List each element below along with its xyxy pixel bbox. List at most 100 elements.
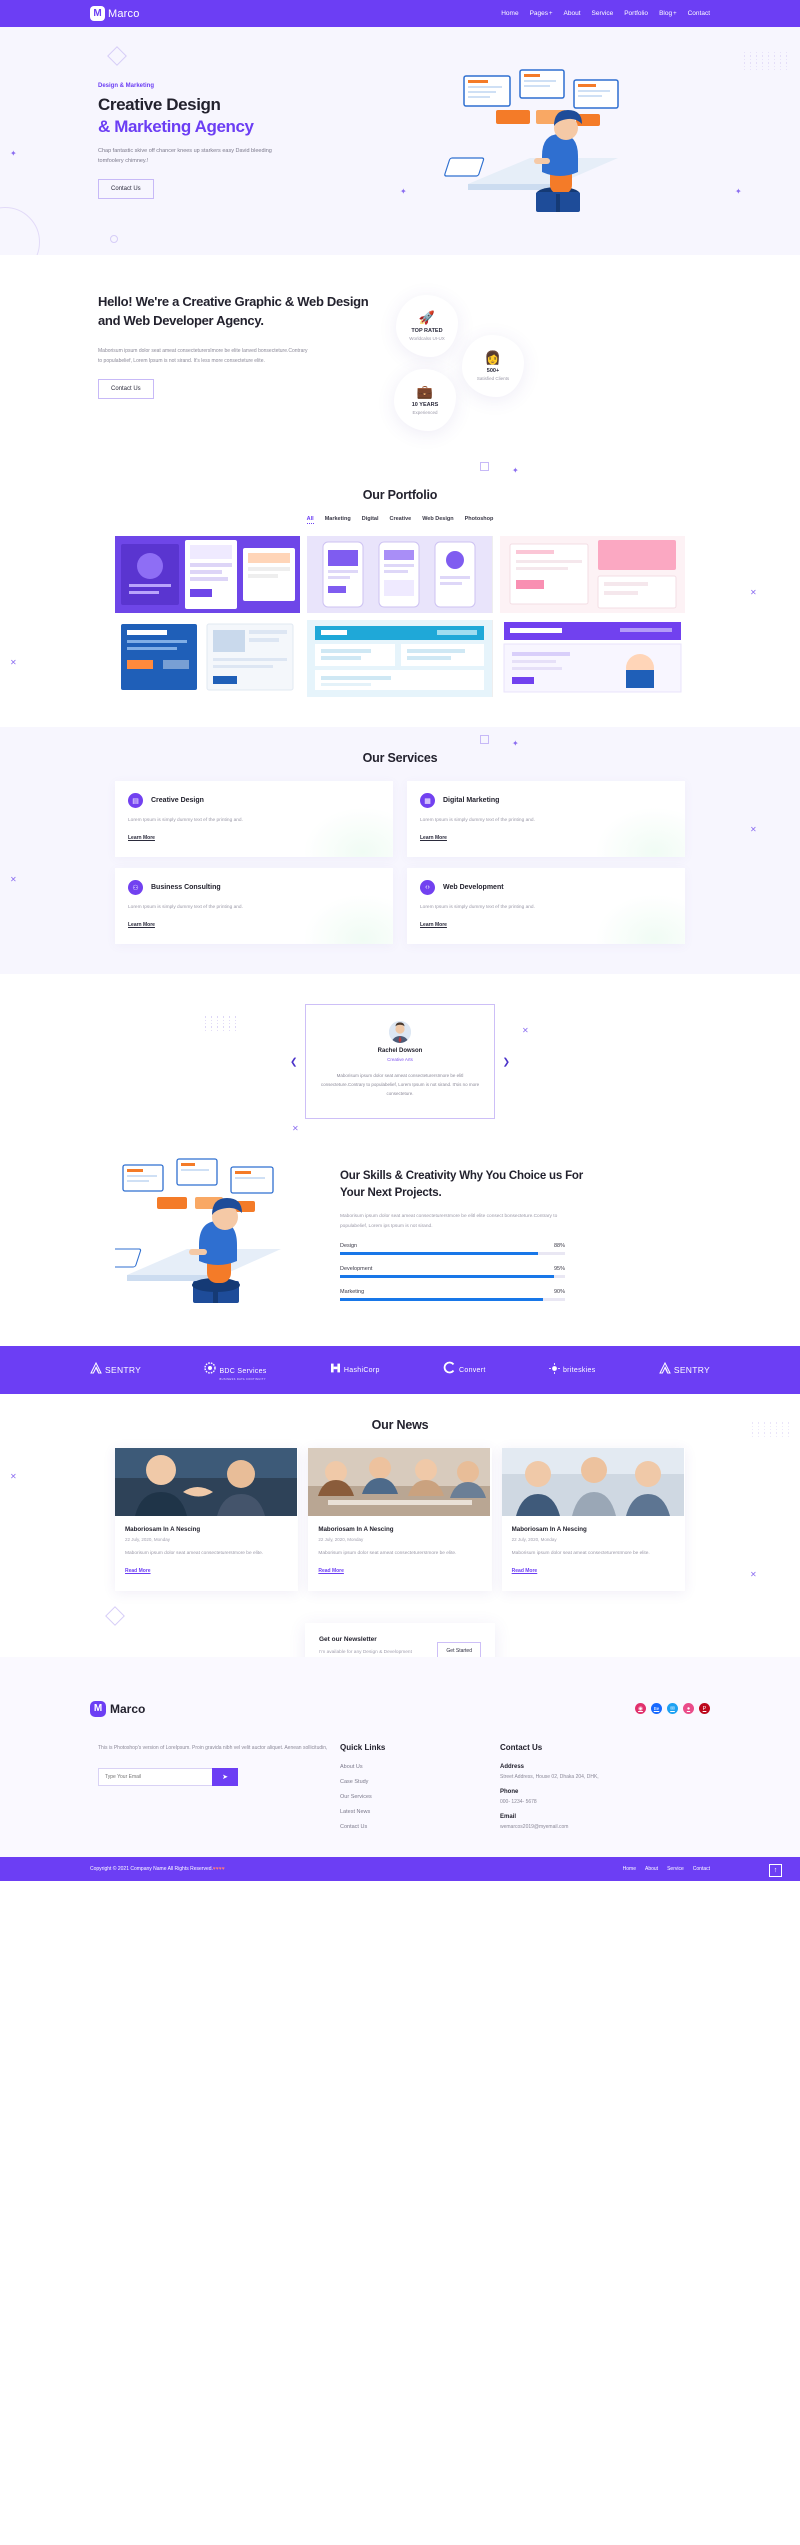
hero-illustration xyxy=(438,66,653,216)
x-decoration: ✦ xyxy=(735,187,742,196)
service-card-business-consulting[interactable]: ⚇ Business Consulting Lorem Ipsum is sim… xyxy=(115,868,393,945)
dotted-triangle-decoration xyxy=(205,1016,239,1032)
service-text: Lorem Ipsum is simply dummy text ef the … xyxy=(420,905,535,911)
nav-item-blog[interactable]: Blog+ xyxy=(659,10,677,17)
filter-photoshop[interactable]: Photoshop xyxy=(465,516,494,524)
footer-link-contact-us[interactable]: Contact Us xyxy=(340,1824,500,1830)
filter-creative[interactable]: Creative xyxy=(390,516,412,524)
people-icon: ⚇ xyxy=(128,880,143,896)
x-decoration: ✕ xyxy=(750,588,757,597)
nav-label: Contact xyxy=(687,10,710,17)
skill-track xyxy=(340,1252,565,1256)
news-card[interactable]: Maboriosam In A Nescing 22 July, 2020, M… xyxy=(501,1448,685,1591)
filter-all[interactable]: All xyxy=(306,516,314,524)
service-title: Business Consulting xyxy=(151,884,221,892)
nav-item-portfolio[interactable]: Portfolio xyxy=(624,10,648,17)
skills-illustration xyxy=(90,1157,330,1312)
quick-links-heading: Quick Links xyxy=(340,1742,386,1752)
dribbble-icon[interactable]: ● xyxy=(683,1703,694,1715)
brand-label: HashiCorp xyxy=(343,1366,380,1374)
nav-item-service[interactable]: Service xyxy=(592,10,614,17)
about-contact-button[interactable]: Contact Us xyxy=(98,378,154,399)
news-image xyxy=(308,1448,491,1517)
instagram-icon[interactable]: ◉ xyxy=(635,1703,646,1715)
nav-label: Service xyxy=(591,10,614,17)
skills-heading: Our Skills & Creativity Why You Choice u… xyxy=(340,1169,583,1199)
bdc-icon xyxy=(204,1361,217,1379)
news-image xyxy=(501,1448,685,1517)
send-icon[interactable]: ➤ xyxy=(212,1767,238,1786)
service-card-web-development[interactable]: ‹› Web Development Lorem Ipsum is simply… xyxy=(407,868,685,945)
nav-item-pages[interactable]: Pages+ xyxy=(530,10,553,17)
filter-digital[interactable]: Digital xyxy=(362,516,379,524)
x-decoration: ✕ xyxy=(10,658,17,667)
skill-bar-marketing: Marketing 90% xyxy=(340,1289,565,1302)
nav-item-about[interactable]: About xyxy=(564,10,581,17)
service-title: Digital Marketing xyxy=(443,797,500,804)
filter-marketing[interactable]: Marketing xyxy=(325,516,351,524)
sentry-icon xyxy=(659,1361,671,1379)
skill-track xyxy=(340,1275,565,1279)
news-read-more-link[interactable]: Read More xyxy=(318,1568,344,1574)
portfolio-item-1[interactable] xyxy=(115,536,301,613)
testimonial-quote: Maborisum ipsum dolor seat ameat consect… xyxy=(320,1073,480,1097)
nav-item-home[interactable]: Home xyxy=(501,10,518,17)
service-learn-more-link[interactable]: Learn More xyxy=(420,922,447,928)
footer-link-about-us[interactable]: About Us xyxy=(340,1764,500,1770)
service-title: Web Development xyxy=(443,884,504,892)
footer-brand-logo[interactable]: M Marco xyxy=(90,1700,145,1717)
portfolio-item-3[interactable] xyxy=(499,536,685,613)
portfolio-section: ✦ ✕ ✕ Our Portfolio All Marketing Digita… xyxy=(0,462,800,727)
nav-label: Home xyxy=(501,10,519,17)
behance-icon[interactable]: Be xyxy=(651,1703,662,1715)
footer-link-latest-news[interactable]: Latest News xyxy=(340,1809,500,1815)
main-nav: Home Pages+ About Service Portfolio Blog… xyxy=(501,10,710,17)
service-card-creative-design[interactable]: ▤ Creative Design Lorem Ipsum is simply … xyxy=(115,781,393,858)
service-card-digital-marketing[interactable]: ▦ Digital Marketing Lorem Ipsum is simpl… xyxy=(407,781,685,858)
pinterest-icon[interactable]: P xyxy=(699,1703,710,1715)
news-card[interactable]: Maboriosam In A Nescing 22 July, 2020, M… xyxy=(308,1448,492,1591)
twitter-icon[interactable]: ✉ xyxy=(667,1703,678,1715)
bottom-nav-contact[interactable]: Contact xyxy=(693,1866,710,1872)
chevron-right-icon[interactable]: ❯ xyxy=(502,1056,510,1067)
filter-web-design[interactable]: Web Design xyxy=(422,516,453,524)
portfolio-item-6[interactable] xyxy=(499,620,685,697)
email-input[interactable] xyxy=(98,1767,212,1786)
bottom-nav-about[interactable]: About xyxy=(645,1866,658,1872)
service-learn-more-link[interactable]: Learn More xyxy=(128,922,155,928)
skill-value: 90% xyxy=(553,1289,565,1296)
service-learn-more-link[interactable]: Learn More xyxy=(420,835,447,841)
brand-logo[interactable]: M Marco xyxy=(90,6,140,21)
copyright-text: Copyright © 2021 Company Name All Rights… xyxy=(90,1866,225,1872)
chevron-left-icon[interactable]: ❮ xyxy=(290,1056,298,1067)
portfolio-item-5[interactable] xyxy=(307,620,493,697)
brand-logo-sentry-2: SENTRY xyxy=(659,1361,710,1379)
megaphone-icon: ▦ xyxy=(420,793,435,808)
skill-value: 88% xyxy=(553,1243,565,1250)
news-read-more-link[interactable]: Read More xyxy=(125,1568,151,1574)
social-links: ◉ Be ✉ ● P xyxy=(635,1703,710,1715)
sentry-icon xyxy=(90,1361,102,1379)
news-card[interactable]: Maboriosam In A Nescing 22 July, 2020, M… xyxy=(115,1448,299,1591)
bottom-nav-home[interactable]: Home xyxy=(623,1866,636,1872)
portfolio-item-2[interactable] xyxy=(307,536,493,613)
news-grid: Maboriosam In A Nescing 22 July, 2020, M… xyxy=(115,1448,685,1591)
service-learn-more-link[interactable]: Learn More xyxy=(128,835,155,841)
portfolio-grid xyxy=(115,536,685,697)
news-card-title: Maboriosam In A Nescing xyxy=(511,1526,587,1534)
portfolio-item-4[interactable] xyxy=(115,620,301,697)
client-icon: 👩 xyxy=(484,350,502,365)
news-read-more-link[interactable]: Read More xyxy=(512,1568,538,1574)
skills-section: Our Skills & Creativity Why You Choice u… xyxy=(0,1147,800,1347)
news-image xyxy=(115,1448,298,1517)
address-label: Address xyxy=(500,1763,525,1770)
brand-name: Marco xyxy=(108,7,140,20)
footer-link-case-study[interactable]: Case Study xyxy=(340,1779,500,1785)
footer-link-our-services[interactable]: Our Services xyxy=(340,1794,500,1800)
arrow-up-icon[interactable]: ↑ xyxy=(769,1863,782,1877)
hero-section: ✦ ✦ ✦ Design & Marketing Creative Design… xyxy=(0,27,800,255)
hero-contact-button[interactable]: Contact Us xyxy=(98,178,154,199)
nav-item-contact[interactable]: Contact xyxy=(688,10,710,17)
bottom-nav-service[interactable]: Service xyxy=(667,1866,684,1872)
briteskies-icon xyxy=(548,1361,560,1379)
